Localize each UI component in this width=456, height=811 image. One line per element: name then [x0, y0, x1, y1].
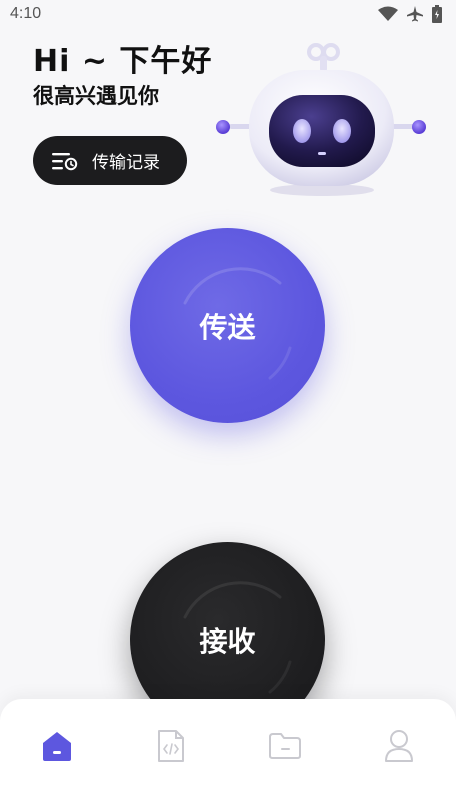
status-bar: 4:10 — [0, 0, 456, 30]
greeting-subtitle: 很高兴遇见你 — [33, 84, 159, 108]
send-button[interactable]: 传送 — [130, 228, 325, 423]
status-time: 4:10 — [10, 5, 42, 22]
robot-antenna — [307, 43, 340, 72]
greeting-title: Hi ~ 下午好 — [33, 44, 213, 79]
transfer-history-button[interactable]: 传输记录 — [33, 136, 187, 185]
receive-button-label: 接收 — [199, 624, 256, 658]
airplane-icon — [407, 6, 423, 22]
transfer-history-label: 传输记录 — [92, 153, 160, 173]
tab-profile[interactable] — [381, 728, 417, 764]
status-icons — [378, 5, 442, 23]
history-list-icon — [52, 152, 78, 170]
battery-icon — [432, 5, 442, 23]
send-button-label: 传送 — [199, 310, 256, 344]
home-icon — [43, 732, 71, 761]
receive-button[interactable]: 接收 — [130, 542, 325, 737]
robot-mascot — [216, 43, 426, 196]
tab-home[interactable] — [39, 728, 75, 764]
user-icon — [385, 730, 413, 762]
wifi-icon — [378, 6, 398, 21]
